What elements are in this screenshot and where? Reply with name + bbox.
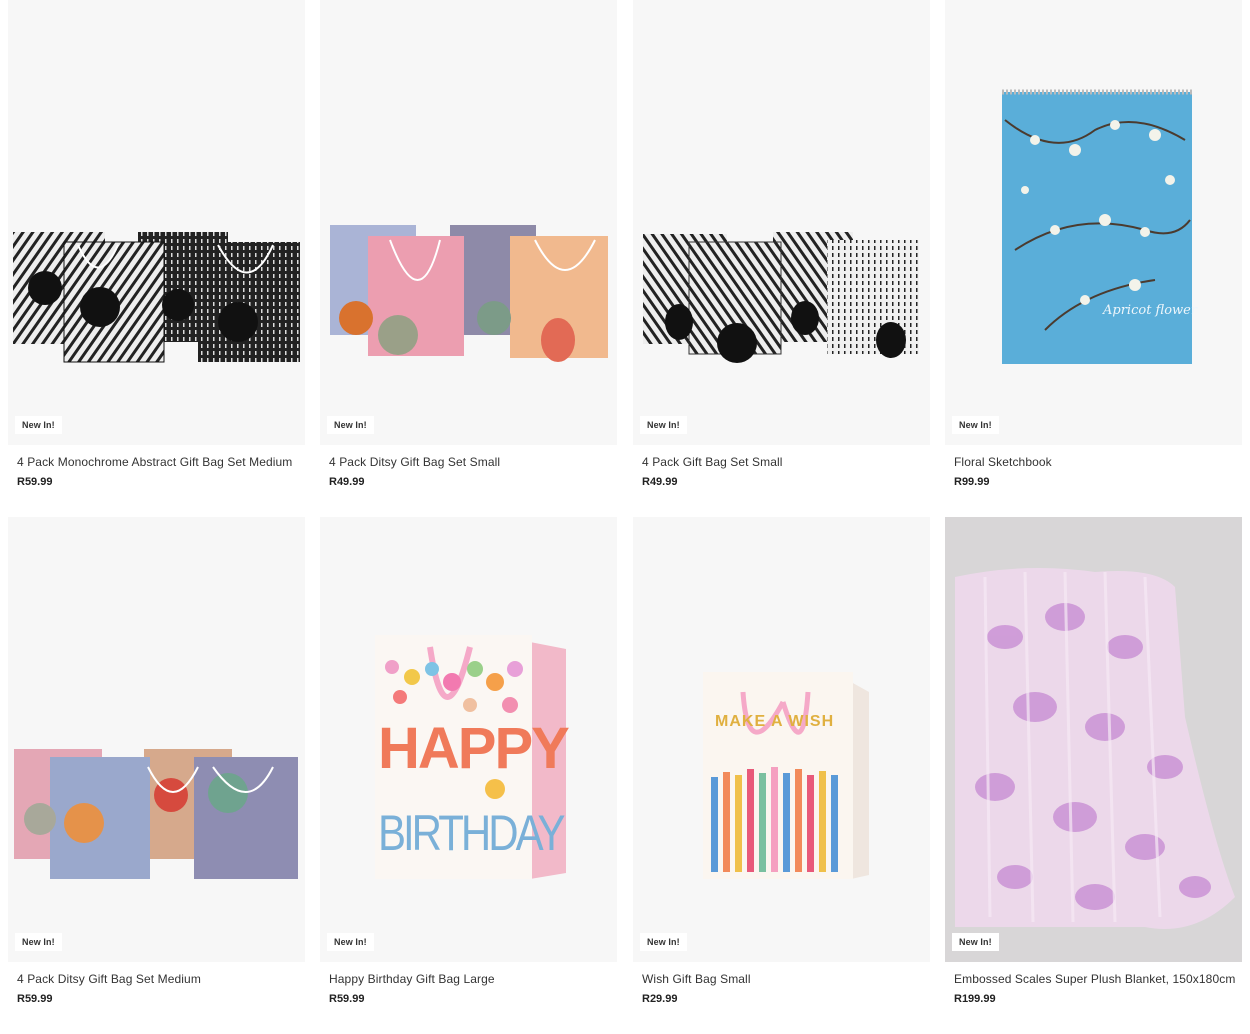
- product-card[interactable]: Apricot flower New In! Floral Sketchbook…: [945, 0, 1242, 488]
- product-image[interactable]: New In!: [320, 0, 617, 445]
- new-in-badge: New In!: [952, 933, 999, 951]
- product-image[interactable]: HAPPY BIRTHDAY New In!: [320, 517, 617, 962]
- product-price: R59.99: [17, 476, 53, 488]
- product-image[interactable]: New In!: [8, 0, 305, 445]
- plush-blanket-image: [945, 517, 1242, 962]
- new-in-badge: New In!: [327, 416, 374, 434]
- new-in-badge: New In!: [640, 416, 687, 434]
- product-name[interactable]: Wish Gift Bag Small: [642, 972, 930, 986]
- product-name[interactable]: 4 Pack Ditsy Gift Bag Set Medium: [17, 972, 305, 986]
- birthday-bag-text-birthday: BIRTHDAY: [378, 804, 565, 861]
- birthday-bag-text-happy: HAPPY: [378, 716, 570, 781]
- product-card[interactable]: MAKE A WISH New In! Wish Gift Bag Small …: [633, 517, 930, 1005]
- product-image[interactable]: Apricot flower New In!: [945, 0, 1242, 445]
- monochrome-gift-bags-image: [13, 232, 300, 363]
- wish-gift-bag-image: [703, 672, 869, 879]
- product-name[interactable]: Floral Sketchbook: [954, 455, 1242, 469]
- product-image[interactable]: MAKE A WISH New In!: [633, 517, 930, 962]
- product-image[interactable]: New In!: [633, 0, 930, 445]
- product-name[interactable]: 4 Pack Monochrome Abstract Gift Bag Set …: [17, 455, 305, 469]
- product-image[interactable]: New In!: [8, 517, 305, 962]
- floral-sketchbook-image: [1002, 89, 1192, 364]
- ditsy-gift-bags-image: [330, 225, 608, 362]
- product-price: R49.99: [329, 476, 365, 488]
- wish-bag-text: MAKE A WISH: [715, 713, 835, 730]
- product-card[interactable]: New In! Embossed Scales Super Plush Blan…: [945, 517, 1242, 1005]
- product-image[interactable]: New In!: [945, 517, 1242, 962]
- product-price: R59.99: [17, 993, 53, 1005]
- product-name[interactable]: 4 Pack Gift Bag Set Small: [642, 455, 930, 469]
- product-name[interactable]: Happy Birthday Gift Bag Large: [329, 972, 617, 986]
- product-name[interactable]: Embossed Scales Super Plush Blanket, 150…: [954, 972, 1242, 986]
- ditsy-medium-gift-bags-image: [14, 749, 298, 879]
- product-price: R59.99: [329, 993, 365, 1005]
- product-card[interactable]: HAPPY BIRTHDAY New In! Happy Birthday Gi…: [320, 517, 617, 1005]
- product-name[interactable]: 4 Pack Ditsy Gift Bag Set Small: [329, 455, 617, 469]
- product-card[interactable]: New In! 4 Pack Ditsy Gift Bag Set Medium…: [8, 517, 305, 1005]
- new-in-badge: New In!: [952, 416, 999, 434]
- sketchbook-cover-text: Apricot flower: [1103, 303, 1198, 318]
- product-card[interactable]: New In! 4 Pack Gift Bag Set Small R49.99: [633, 0, 930, 488]
- new-in-badge: New In!: [15, 933, 62, 951]
- new-in-badge: New In!: [327, 933, 374, 951]
- new-in-badge: New In!: [640, 933, 687, 951]
- new-in-badge: New In!: [15, 416, 62, 434]
- product-card[interactable]: New In! 4 Pack Ditsy Gift Bag Set Small …: [320, 0, 617, 488]
- product-price: R199.99: [954, 993, 996, 1005]
- product-price: R99.99: [954, 476, 990, 488]
- product-price: R29.99: [642, 993, 678, 1005]
- product-price: R49.99: [642, 476, 678, 488]
- gift-bag-set-image: [643, 232, 919, 363]
- product-card[interactable]: New In! 4 Pack Monochrome Abstract Gift …: [8, 0, 305, 488]
- product-grid: New In! 4 Pack Monochrome Abstract Gift …: [0, 0, 1250, 1034]
